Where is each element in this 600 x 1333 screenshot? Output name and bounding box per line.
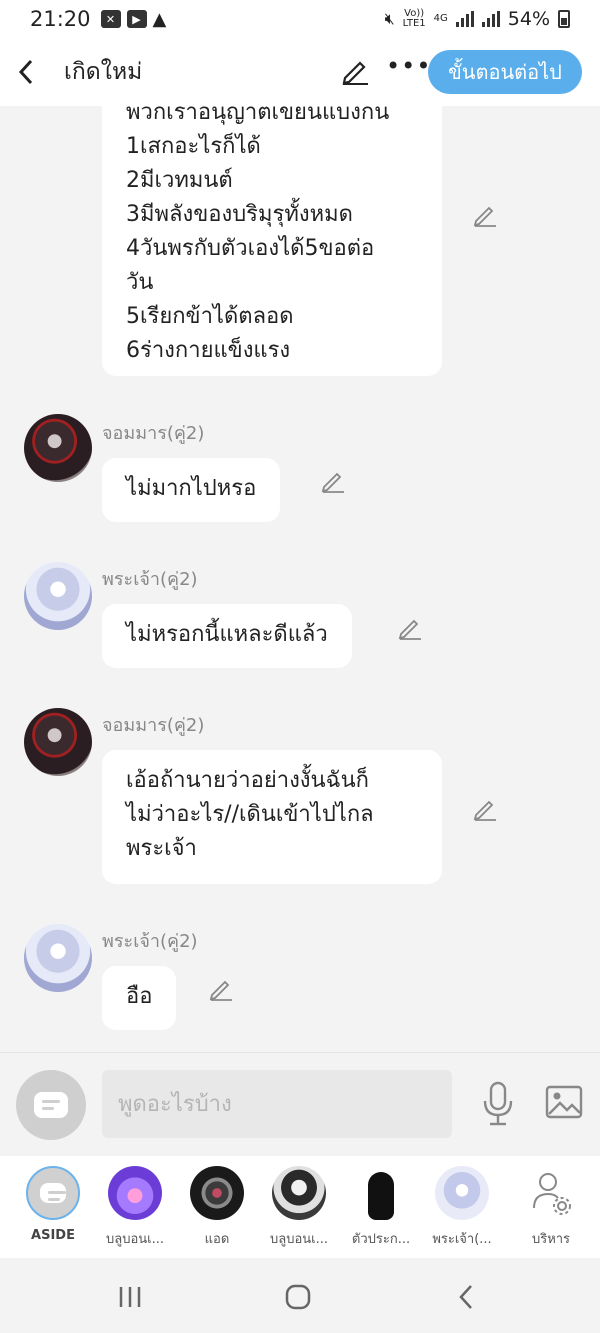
- message-bubble[interactable]: ไม่มากไปหรอ: [102, 458, 281, 522]
- user-settings-icon: [533, 1173, 571, 1215]
- message-bubble[interactable]: อือ: [102, 966, 177, 1030]
- sender-name: จอมมาร(คู่2): [102, 715, 205, 736]
- video-notification-icon: ▶: [126, 10, 147, 28]
- message-line: 3มีพลังของบริมุรุทั้งหมด: [126, 202, 353, 227]
- manage-avatar: [524, 1166, 578, 1220]
- battery-percent: 54%: [507, 8, 550, 30]
- system-back-button[interactable]: [446, 1280, 486, 1314]
- character-label: บลูบอนเ...: [269, 1232, 328, 1247]
- edit-message-icon[interactable]: [208, 976, 234, 1002]
- character-item[interactable]: บลูบอนเ...: [257, 1166, 341, 1249]
- notification-icons: ✕ ▶ ▲: [100, 8, 167, 30]
- recent-apps-button[interactable]: [110, 1280, 150, 1314]
- message-bubble[interactable]: ไม่หรอกนี้แหละดีแล้ว: [102, 604, 352, 668]
- message-line: เอ้อถ้านายว่าอย่างงั้นฉันก็: [126, 768, 369, 793]
- message-list[interactable]: พวกเราอนุญาตเขียนแบ่งกัน 1เสกอะไรก็ได้ 2…: [0, 106, 600, 1052]
- character-item[interactable]: ตัวประก...: [339, 1166, 423, 1249]
- home-icon: [285, 1284, 311, 1310]
- edit-message-icon[interactable]: [472, 202, 498, 228]
- status-right: 🔇︎ Vo)) LTE1 4G 54%: [385, 8, 570, 30]
- character-label: แอด: [204, 1232, 230, 1247]
- signal-icon: [455, 11, 474, 27]
- character-label: ตัวประก...: [351, 1232, 411, 1247]
- status-time: 21:20: [30, 7, 91, 31]
- character-avatar: [190, 1166, 244, 1220]
- back-button[interactable]: [0, 38, 52, 106]
- character-label: ASIDE: [31, 1228, 75, 1243]
- battery-icon: [558, 10, 570, 28]
- chat-screen: 21:20 ✕ ▶ ▲ 🔇︎ Vo)) LTE1 4G 54% เกิดใหม่…: [0, 0, 600, 1333]
- page-title: เกิดใหม่: [64, 59, 143, 85]
- volte-indicator: Vo)) LTE1: [402, 8, 426, 29]
- recent-apps-icon: [119, 1287, 141, 1307]
- warning-icon: ▲: [152, 8, 167, 30]
- mute-icon: 🔇︎: [384, 9, 395, 28]
- message-bubble[interactable]: เอ้อถ้านายว่าอย่างงั้นฉันก็ ไม่ว่าอะไร//…: [102, 750, 442, 884]
- app-notification-icon: ✕: [100, 10, 121, 28]
- character-label: พระเจ้า(...: [432, 1232, 492, 1247]
- edit-message-icon[interactable]: [472, 796, 498, 822]
- chevron-left-icon: [459, 1285, 472, 1309]
- chat-bubble-icon: [34, 1092, 68, 1118]
- message-bubble[interactable]: พวกเราอนุญาตเขียนแบ่งกัน 1เสกอะไรก็ได้ 2…: [102, 106, 442, 376]
- avatar-god[interactable]: [24, 562, 92, 630]
- message-line: ไม่ว่าอะไร//เดินเข้าไปไกล: [126, 802, 374, 827]
- message-composer: [0, 1052, 600, 1156]
- character-label: บริหาร: [531, 1232, 571, 1247]
- system-nav-bar: [0, 1258, 600, 1333]
- status-bar: 21:20 ✕ ▶ ▲ 🔇︎ Vo)) LTE1 4G 54%: [0, 0, 600, 38]
- chat-bubble-icon: [40, 1183, 66, 1203]
- edit-message-icon[interactable]: [320, 468, 346, 494]
- character-avatar: [435, 1166, 489, 1220]
- aside-avatar: [26, 1166, 80, 1220]
- character-bar: ASIDE บลูบอนเ... แอด บลูบอนเ... ตัวประก.…: [0, 1156, 600, 1258]
- aside-mode-button[interactable]: [16, 1070, 86, 1140]
- message-line: พระเจ้า: [126, 836, 197, 861]
- character-item[interactable]: พระเจ้า(...: [420, 1166, 504, 1249]
- sender-name: พระเจ้า(คู่2): [102, 931, 198, 952]
- message-line: ไม่หรอกนี้แหละดีแล้ว: [126, 622, 328, 647]
- avatar-god[interactable]: [24, 924, 92, 992]
- image-icon[interactable]: [545, 1085, 583, 1119]
- sender-name: จอมมาร(คู่2): [102, 423, 205, 444]
- message-line: 1เสกอะไรก็ได้: [126, 134, 261, 159]
- home-button[interactable]: [278, 1280, 318, 1314]
- more-options-button[interactable]: •••: [386, 52, 431, 80]
- edit-icon[interactable]: [340, 56, 370, 86]
- character-item[interactable]: แอด: [175, 1166, 259, 1249]
- next-step-button[interactable]: ขั้นตอนต่อไป: [428, 50, 582, 94]
- character-avatar: [108, 1166, 162, 1220]
- message-line: พวกเราอนุญาตเขียนแบ่งกัน: [126, 106, 390, 125]
- character-avatar: [272, 1166, 326, 1220]
- avatar-demon-king[interactable]: [24, 414, 92, 482]
- manage-button[interactable]: บริหาร: [509, 1166, 593, 1249]
- message-line: 2มีเวทมนต์: [126, 168, 233, 193]
- message-line: 6ร่างกายแข็งแรง: [126, 338, 291, 363]
- message-line: 5เรียกข้าได้ตลอด: [126, 304, 294, 329]
- character-avatar: [354, 1166, 408, 1220]
- avatar-demon-king[interactable]: [24, 708, 92, 776]
- microphone-icon[interactable]: [480, 1081, 516, 1127]
- message-line: อือ: [126, 984, 153, 1009]
- character-item[interactable]: บลูบอนเ...: [93, 1166, 177, 1249]
- signal-2-icon: [481, 11, 500, 27]
- message-line: ไม่มากไปหรอ: [126, 476, 257, 501]
- app-header: เกิดใหม่ ••• ขั้นตอนต่อไป: [0, 38, 600, 106]
- character-label: บลูบอนเ...: [105, 1232, 164, 1247]
- edit-message-icon[interactable]: [397, 615, 423, 641]
- message-input[interactable]: [102, 1070, 452, 1138]
- message-line: 4วันพรกับตัวเองได้5ขอต่อ: [126, 236, 375, 261]
- sender-name: พระเจ้า(คู่2): [102, 569, 198, 590]
- message-line: วัน: [126, 270, 154, 295]
- network-type: 4G: [433, 13, 448, 24]
- chevron-left-icon: [18, 59, 33, 85]
- character-aside[interactable]: ASIDE: [11, 1166, 95, 1243]
